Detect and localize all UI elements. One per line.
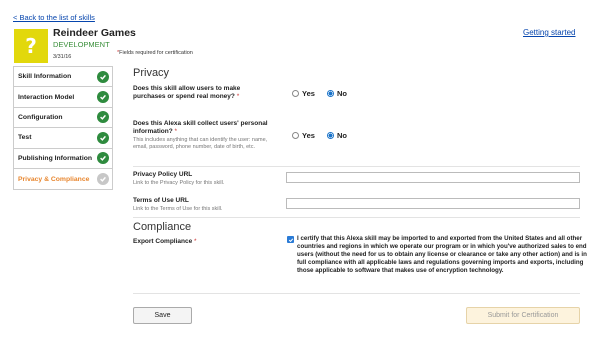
divider <box>133 217 580 218</box>
checkmark-icon <box>97 70 109 83</box>
sidebar-item-label: Configuration <box>18 113 63 121</box>
skill-icon: ? <box>14 29 48 63</box>
checkmark-icon <box>97 152 109 165</box>
personal-info-question: Does this Alexa skill collect users' per… <box>133 120 273 136</box>
personal-info-help: This includes anything that can identify… <box>133 137 268 151</box>
purchases-radio-group: Yes No <box>292 89 359 98</box>
export-compliance-label: Export Compliance * <box>133 238 197 246</box>
checkmark-icon <box>97 131 109 144</box>
sidebar-item-skill-information[interactable]: Skill Information <box>14 67 112 88</box>
terms-url-label: Terms of Use URL <box>133 197 189 204</box>
sidebar-item-publishing-information[interactable]: Publishing Information <box>14 149 112 169</box>
submit-for-certification-button[interactable]: Submit for Certification <box>466 307 580 324</box>
checkmark-icon <box>97 111 109 124</box>
export-compliance-text: I certify that this Alexa skill may be i… <box>297 235 587 275</box>
sidebar-nav: Skill Information Interaction Model Conf… <box>13 66 113 191</box>
back-to-skills-link[interactable]: < Back to the list of skills <box>13 13 95 22</box>
checkmark-icon <box>97 173 109 186</box>
skill-name: Reindeer Games <box>53 27 136 39</box>
personal-info-question-text: Does this Alexa skill collect users' per… <box>133 120 268 136</box>
personal-info-yes-radio[interactable] <box>292 132 299 139</box>
required-star: * <box>174 128 178 136</box>
purchases-question: Does this skill allow users to make purc… <box>133 85 273 101</box>
divider <box>133 293 580 294</box>
save-button[interactable]: Save <box>133 307 192 324</box>
privacy-section-title: Privacy <box>133 67 170 79</box>
required-note-text: Fields required for certification <box>119 50 193 56</box>
radio-label-no: No <box>336 89 347 98</box>
skill-date: 3/31/16 <box>53 54 72 60</box>
radio-label-yes: Yes <box>302 89 315 98</box>
export-compliance-checkbox[interactable] <box>287 236 294 243</box>
getting-started-link[interactable]: Getting started <box>523 28 575 37</box>
skill-status: DEVELOPMENT <box>53 40 110 49</box>
privacy-url-label: Privacy Policy URL <box>133 171 193 178</box>
purchases-question-text: Does this skill allow users to make purc… <box>133 85 241 101</box>
privacy-url-help: Link to the Privacy Policy for this skil… <box>133 180 225 186</box>
sidebar-item-label: Interaction Model <box>18 93 75 101</box>
required-fields-note: *Fields required for certification <box>117 50 193 56</box>
checkmark-icon <box>97 91 109 104</box>
sidebar-item-configuration[interactable]: Configuration <box>14 108 112 129</box>
personal-info-radio-group: Yes No <box>292 131 359 140</box>
required-star: * <box>236 93 240 101</box>
sidebar-item-privacy-compliance[interactable]: Privacy & Compliance <box>14 169 112 189</box>
export-compliance-label-text: Export Compliance <box>133 238 193 245</box>
required-star: * <box>194 238 197 245</box>
sidebar-item-label: Test <box>18 134 32 142</box>
radio-label-yes: Yes <box>302 131 315 140</box>
sidebar-item-test[interactable]: Test <box>14 128 112 149</box>
purchases-yes-radio[interactable] <box>292 90 299 97</box>
terms-url-help: Link to the Terms of Use for this skill. <box>133 206 223 212</box>
checkbox-check-icon <box>288 237 293 242</box>
compliance-section-title: Compliance <box>133 221 192 233</box>
privacy-policy-url-input[interactable] <box>286 172 580 183</box>
purchases-no-radio[interactable] <box>326 90 334 97</box>
divider <box>133 166 580 167</box>
personal-info-no-radio[interactable] <box>326 132 334 139</box>
sidebar-item-interaction-model[interactable]: Interaction Model <box>14 87 112 108</box>
sidebar-item-label: Publishing Information <box>18 154 93 162</box>
terms-of-use-url-input[interactable] <box>286 198 580 209</box>
question-mark-icon: ? <box>25 34 37 58</box>
radio-label-no: No <box>336 131 347 140</box>
sidebar-item-label: Skill Information <box>18 73 72 81</box>
sidebar-item-label: Privacy & Compliance <box>18 175 90 183</box>
